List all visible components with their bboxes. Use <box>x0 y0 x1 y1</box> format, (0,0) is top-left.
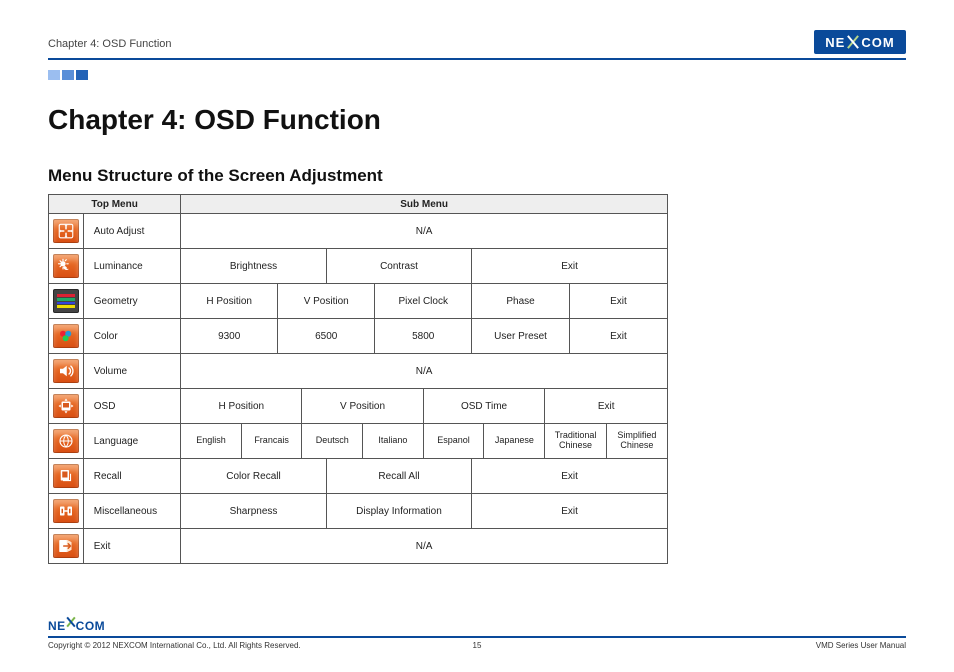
table-row: OSDH PositionV PositionOSD TimeExit <box>49 389 668 424</box>
submenu-cell: H Position <box>181 389 302 424</box>
recall-icon <box>53 464 79 488</box>
row-icon-cell <box>49 529 84 564</box>
row-icon-cell <box>49 249 84 284</box>
table-row: RecallColor RecallRecall AllExit <box>49 459 668 494</box>
submenu-cell: Traditional Chinese <box>545 424 606 459</box>
submenu-cell: Contrast <box>326 249 471 284</box>
submenu-cell: V Position <box>278 284 375 319</box>
row-icon-cell <box>49 494 84 529</box>
submenu-cell: Pixel Clock <box>375 284 472 319</box>
section-title: Menu Structure of the Screen Adjustment <box>48 166 906 186</box>
row-label: Geometry <box>83 284 180 319</box>
row-label: Miscellaneous <box>83 494 180 529</box>
row-label: Color <box>83 319 180 354</box>
table-row: MiscellaneousSharpnessDisplay Informatio… <box>49 494 668 529</box>
submenu-cell: H Position <box>181 284 278 319</box>
row-label: Language <box>83 424 180 459</box>
submenu-cell: N/A <box>181 214 668 249</box>
th-sub-menu: Sub Menu <box>181 195 668 214</box>
row-icon-cell <box>49 389 84 424</box>
submenu-cell: English <box>181 424 241 459</box>
brand-logo: NECOM <box>814 30 906 54</box>
row-label: Recall <box>83 459 180 494</box>
submenu-cell: Exit <box>569 319 667 354</box>
logo-x-icon <box>846 35 860 49</box>
submenu-cell: Deutsch <box>302 424 363 459</box>
geometry-icon <box>53 289 79 313</box>
submenu-cell: Sharpness <box>181 494 327 529</box>
submenu-cell: Simplified Chinese <box>606 424 667 459</box>
submenu-cell: Japanese <box>484 424 545 459</box>
submenu-cell: 9300 <box>181 319 278 354</box>
header-breadcrumb: Chapter 4: OSD Function <box>48 38 172 54</box>
header-rule <box>48 58 906 60</box>
osd-icon <box>53 394 79 418</box>
submenu-cell: V Position <box>302 389 423 424</box>
table-row: VolumeN/A <box>49 354 668 389</box>
volume-icon <box>53 359 79 383</box>
row-label: Luminance <box>83 249 180 284</box>
submenu-cell: Exit <box>472 494 668 529</box>
table-row: Auto AdjustN/A <box>49 214 668 249</box>
submenu-cell: 6500 <box>278 319 375 354</box>
submenu-cell: 5800 <box>375 319 472 354</box>
table-row: ExitN/A <box>49 529 668 564</box>
row-icon-cell <box>49 459 84 494</box>
submenu-cell: Espanol <box>423 424 484 459</box>
row-icon-cell <box>49 214 84 249</box>
submenu-cell: N/A <box>181 354 668 389</box>
menu-structure-table: Top Menu Sub Menu Auto AdjustN/ALuminanc… <box>48 194 668 564</box>
row-icon-cell <box>49 284 84 319</box>
submenu-cell: Phase <box>472 284 570 319</box>
misc-icon <box>53 499 79 523</box>
footer-page-number: 15 <box>48 641 906 650</box>
submenu-cell: Exit <box>545 389 668 424</box>
row-label: Auto Adjust <box>83 214 180 249</box>
row-icon-cell <box>49 354 84 389</box>
submenu-cell: User Preset <box>472 319 570 354</box>
chapter-title: Chapter 4: OSD Function <box>48 104 906 136</box>
submenu-cell: Color Recall <box>181 459 327 494</box>
footer-rule <box>48 636 906 638</box>
submenu-cell: Display Information <box>326 494 471 529</box>
submenu-cell: Francais <box>241 424 302 459</box>
submenu-cell: Exit <box>472 459 668 494</box>
footer-logo: NECOM <box>48 618 118 634</box>
row-label: Volume <box>83 354 180 389</box>
language-icon <box>53 429 79 453</box>
table-row: GeometryH PositionV PositionPixel ClockP… <box>49 284 668 319</box>
submenu-cell: N/A <box>181 529 668 564</box>
row-icon-cell <box>49 424 84 459</box>
table-row: LuminanceBrightnessContrastExit <box>49 249 668 284</box>
row-label: OSD <box>83 389 180 424</box>
row-label: Exit <box>83 529 180 564</box>
accent-blocks <box>48 70 906 80</box>
color-icon <box>53 324 79 348</box>
submenu-cell: Recall All <box>326 459 471 494</box>
table-row: Color930065005800User PresetExit <box>49 319 668 354</box>
luminance-icon <box>53 254 79 278</box>
exit-icon <box>53 534 79 558</box>
table-row: LanguageEnglishFrancaisDeutschItalianoEs… <box>49 424 668 459</box>
submenu-cell: Italiano <box>363 424 423 459</box>
submenu-cell: OSD Time <box>423 389 545 424</box>
submenu-cell: Exit <box>569 284 667 319</box>
submenu-cell: Brightness <box>181 249 327 284</box>
submenu-cell: Exit <box>472 249 668 284</box>
auto-adjust-icon <box>53 219 79 243</box>
row-icon-cell <box>49 319 84 354</box>
th-top-menu: Top Menu <box>49 195 181 214</box>
